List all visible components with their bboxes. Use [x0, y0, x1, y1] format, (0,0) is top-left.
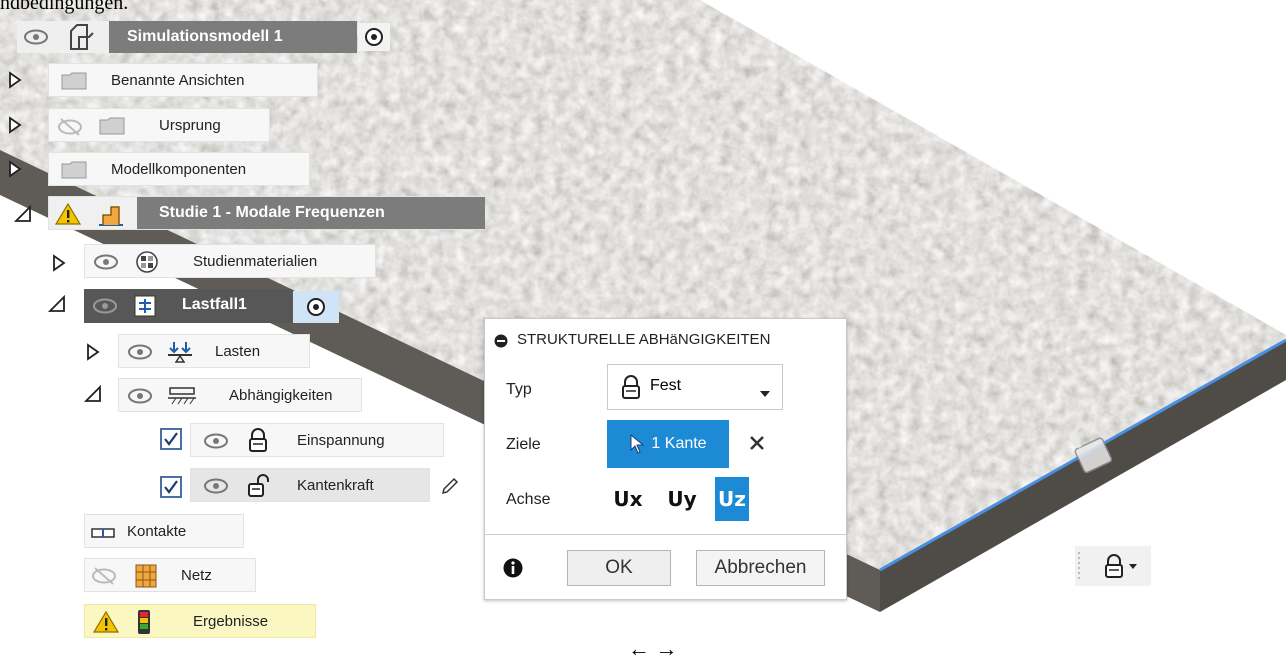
collapse-study-icon[interactable]	[13, 204, 32, 228]
tree-root[interactable]: Simulationsmodell 1	[17, 21, 357, 53]
dialog-header[interactable]: STRUKTURELLE ABHäNGIGKEITEN	[485, 319, 846, 363]
structural-constraints-dialog: STRUKTURELLE ABHäNGIGKEITEN Typ Fest Zie…	[484, 318, 847, 600]
tree-item-named-views-label: Benannte Ansichten	[111, 72, 245, 89]
type-select[interactable]: Fest	[607, 364, 783, 410]
tree-item-mesh-label: Netz	[181, 567, 212, 584]
tree-item-contacts-label: Kontakte	[127, 523, 187, 540]
tree-item-edgeforce[interactable]: Kantenkraft	[190, 468, 430, 502]
axis-ux-toggle[interactable]: Ux	[611, 477, 645, 521]
activate-root-radio[interactable]	[358, 23, 390, 51]
targets-label: Ziele	[506, 436, 541, 453]
tree-item-study-label: Studie 1 - Modale Frequenzen	[159, 204, 385, 221]
axis-label: Achse	[506, 491, 551, 508]
targets-selection-button[interactable]: 1 Kante	[607, 420, 729, 468]
tree-item-contacts[interactable]: Kontakte	[84, 514, 244, 548]
chevron-down-icon	[1129, 563, 1137, 569]
loads-icon	[167, 340, 193, 368]
type-value: Fest	[650, 377, 682, 394]
folder-icon	[99, 117, 125, 139]
tree-item-fixed[interactable]: Einspannung	[190, 423, 444, 457]
expand-components-icon[interactable]	[8, 160, 22, 178]
eye-icon[interactable]	[203, 431, 229, 455]
ok-button[interactable]: OK	[567, 550, 671, 586]
collapse-constraints-icon[interactable]	[83, 384, 102, 408]
fixed-checkbox[interactable]	[160, 428, 182, 450]
clear-targets-close-icon[interactable]	[749, 435, 765, 456]
loadcase-icon	[134, 295, 156, 321]
tree-item-constraints-label: Abhängigkeiten	[229, 387, 333, 404]
results-icon	[137, 609, 151, 639]
chevron-down-icon	[760, 384, 770, 402]
materials-icon	[135, 250, 159, 278]
tree-item-origin[interactable]: Ursprung	[48, 108, 270, 142]
expand-named-views-icon[interactable]	[8, 71, 22, 89]
folder-icon	[61, 161, 87, 183]
tree-item-mesh[interactable]: Netz	[84, 558, 256, 592]
info-icon[interactable]	[503, 558, 523, 583]
folder-icon	[61, 72, 87, 94]
tree-item-results-label: Ergebnisse	[193, 613, 269, 630]
expand-origin-icon[interactable]	[8, 116, 22, 134]
cursor-arrow-icon	[629, 434, 645, 454]
tree-item-loads-label: Lasten	[215, 343, 261, 360]
eye-hidden-icon[interactable]	[91, 566, 117, 590]
lock-icon	[1103, 553, 1125, 579]
eye-icon[interactable]	[93, 252, 119, 276]
warning-icon	[54, 202, 82, 230]
tree-item-loads[interactable]: Lasten	[118, 334, 310, 368]
lock-icon	[247, 428, 269, 456]
tree-item-materials-label: Studienmaterialien	[193, 253, 318, 270]
axis-uy-toggle[interactable]: Uy	[665, 477, 699, 521]
tree-item-constraints[interactable]: Abhängigkeiten	[118, 378, 362, 412]
mesh-icon	[135, 564, 157, 592]
axis-uz-toggle[interactable]: Uz	[715, 477, 749, 521]
caption-top: ndbedingungen.	[0, 0, 129, 14]
tree-item-components[interactable]: Modellkomponenten	[48, 152, 310, 186]
eye-icon[interactable]	[23, 27, 49, 51]
targets-value: 1 Kante	[651, 435, 707, 452]
eye-hidden-icon[interactable]	[57, 117, 83, 141]
tree-root-text: Simulationsmodell 1	[127, 28, 283, 45]
lock-icon	[620, 374, 642, 405]
type-label: Typ	[506, 381, 532, 398]
simulation-model-icon	[67, 23, 97, 55]
cancel-button[interactable]: Abbrechen	[696, 550, 825, 586]
collapse-dialog-icon[interactable]	[494, 334, 508, 352]
eye-icon[interactable]	[92, 296, 118, 320]
tree-item-loadcase-label: Lastfall1	[182, 296, 247, 313]
tree-item-edgeforce-label: Kantenkraft	[297, 477, 374, 494]
tree-item-results[interactable]: Ergebnisse	[84, 604, 316, 638]
eye-icon[interactable]	[203, 476, 229, 500]
dialog-title: STRUKTURELLE ABHäNGIGKEITEN	[517, 331, 771, 348]
grip-dots-icon	[1077, 550, 1081, 587]
unlock-icon	[247, 473, 271, 501]
tree-item-materials[interactable]: Studienmaterialien	[84, 244, 376, 278]
lock-dropdown-button[interactable]	[1075, 546, 1151, 586]
expand-loads-icon[interactable]	[86, 343, 100, 361]
warning-icon	[92, 610, 120, 638]
activate-loadcase-radio[interactable]	[293, 291, 339, 323]
expand-materials-icon[interactable]	[52, 254, 66, 272]
caption-bottom: ← →	[628, 636, 678, 661]
tree-item-study[interactable]: Studie 1 - Modale Frequenzen	[48, 196, 485, 231]
tree-item-components-label: Modellkomponenten	[111, 161, 247, 178]
edgeforce-checkbox[interactable]	[160, 476, 182, 498]
edit-pencil-icon[interactable]	[440, 476, 460, 501]
eye-icon[interactable]	[127, 386, 153, 410]
constraints-icon	[167, 386, 197, 410]
collapse-loadcase-icon[interactable]	[47, 294, 66, 318]
study-icon	[97, 201, 125, 231]
contacts-icon	[91, 526, 115, 543]
dialog-separator	[485, 534, 846, 535]
eye-icon[interactable]	[127, 342, 153, 366]
tree-item-fixed-label: Einspannung	[297, 432, 385, 449]
tree-item-loadcase[interactable]: Lastfall1	[84, 289, 292, 323]
tree-item-named-views[interactable]: Benannte Ansichten	[48, 63, 318, 97]
tree-item-origin-label: Ursprung	[159, 117, 221, 134]
